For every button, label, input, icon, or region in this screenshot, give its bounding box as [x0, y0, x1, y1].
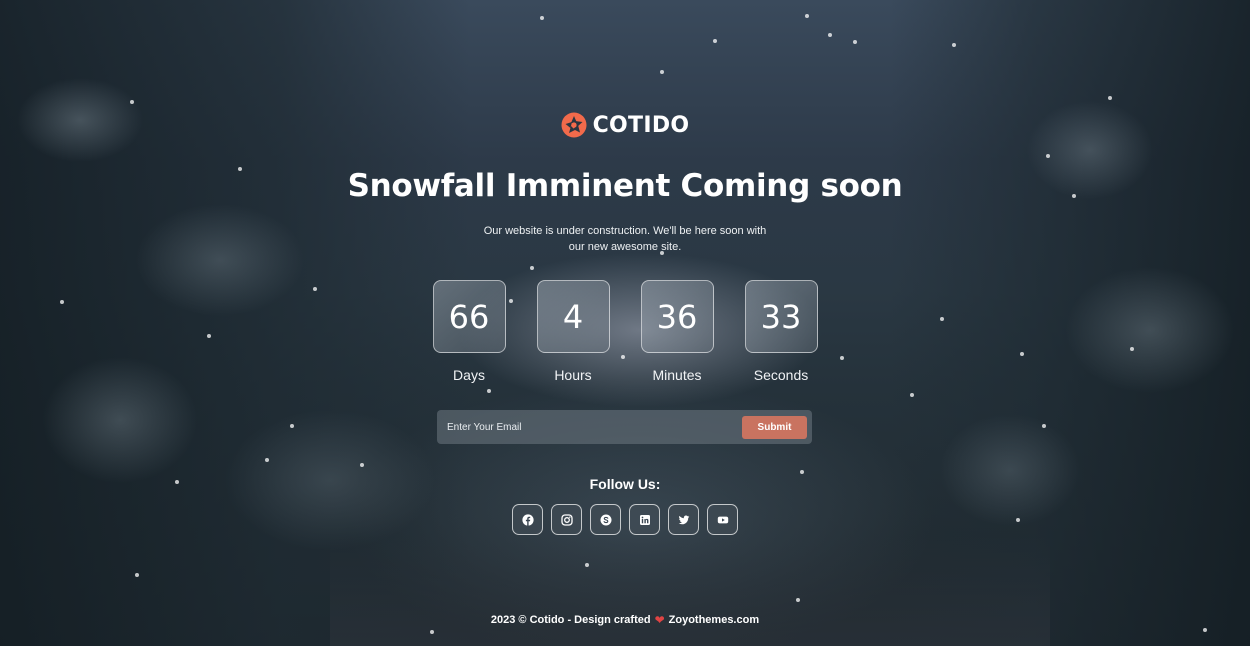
countdown-seconds: 33 Seconds — [744, 280, 818, 383]
youtube-link[interactable] — [707, 504, 738, 535]
countdown-days: 66 Days — [432, 280, 506, 383]
countdown-hours: 4 Hours — [536, 280, 610, 383]
countdown-minutes-label: Minutes — [652, 367, 702, 383]
email-input[interactable] — [447, 421, 742, 433]
skype-icon — [600, 514, 611, 525]
social-links — [0, 504, 1250, 535]
follow-us-label: Follow Us: — [589, 476, 661, 492]
skype-link[interactable] — [590, 504, 621, 535]
footer-credit: 2023 © Cotido - Design crafted ❤ Zoyothe… — [0, 613, 1250, 627]
aperture-logo-icon — [561, 112, 587, 138]
page-subtitle: Our website is under construction. We'll… — [475, 223, 775, 255]
submit-button[interactable]: Submit — [742, 415, 807, 439]
subtitle-line-1: Our website is under construction. We'll… — [483, 225, 767, 237]
countdown-seconds-value: 33 — [744, 280, 818, 353]
linkedin-link[interactable] — [629, 504, 660, 535]
countdown-hours-label: Hours — [554, 367, 592, 383]
youtube-icon — [717, 516, 728, 523]
footer-copyright: 2023 © Cotido - Design crafted — [490, 614, 651, 626]
instagram-link[interactable] — [551, 504, 582, 535]
coming-soon-content: COTIDO Snowfall Imminent Coming soon Our… — [0, 0, 1250, 646]
facebook-link[interactable] — [512, 504, 543, 535]
brand-name: COTIDO — [592, 112, 690, 138]
subtitle-line-2: our new awesome site. — [568, 241, 682, 253]
countdown-timer: 66 Days 4 Hours 36 Minutes 33 Seconds — [0, 280, 1250, 383]
countdown-days-value: 66 — [432, 280, 506, 353]
countdown-minutes: 36 Minutes — [640, 280, 714, 383]
facebook-icon — [521, 513, 534, 526]
linkedin-icon — [639, 514, 650, 525]
heart-icon: ❤ — [654, 613, 665, 627]
countdown-minutes-value: 36 — [640, 280, 714, 353]
countdown-seconds-label: Seconds — [753, 367, 809, 383]
countdown-days-label: Days — [453, 367, 485, 383]
page-title: Snowfall Imminent Coming soon — [347, 168, 903, 204]
instagram-icon — [560, 513, 573, 526]
countdown-hours-value: 4 — [536, 280, 610, 353]
subscribe-form: Submit — [437, 410, 812, 444]
twitter-link[interactable] — [668, 504, 699, 535]
footer-author-link[interactable]: Zoyothemes.com — [669, 614, 759, 626]
brand-logo[interactable]: COTIDO — [0, 112, 1250, 138]
twitter-icon — [678, 515, 689, 524]
